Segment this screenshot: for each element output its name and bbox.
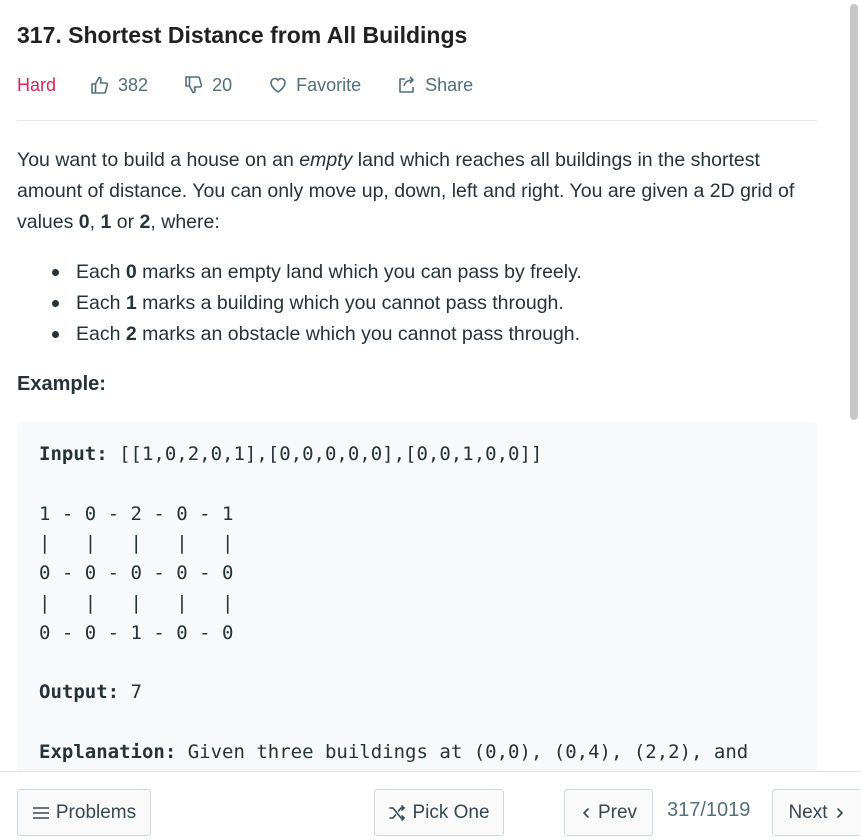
problems-label: Problems (55, 801, 137, 823)
problem-title: 317. Shortest Distance from All Building… (17, 22, 468, 48)
description-text: , (89, 211, 101, 233)
list-item-value: 2 (125, 323, 137, 345)
bullet-dot (52, 269, 59, 276)
dislike-count: 20 (212, 74, 233, 95)
pick-one-label: Pick One (412, 801, 490, 823)
like-button[interactable]: 382 (90, 75, 148, 96)
list-icon (32, 806, 49, 819)
value-zero: 0 (78, 211, 90, 233)
description-text: or (111, 211, 140, 233)
list-item-value: 1 (125, 292, 137, 314)
example-code-block: Input: [[1,0,2,0,1],[0,0,0,0,0],[0,0,1,0… (17, 422, 817, 782)
description-text: , where: (150, 211, 220, 233)
favorite-button[interactable]: Favorite (268, 75, 361, 96)
difficulty-badge: Hard (17, 74, 57, 95)
like-count: 382 (118, 74, 149, 95)
list-item-text: Each (76, 292, 126, 314)
header-divider (17, 120, 817, 121)
list-item: Each 2 marks an obstacle which you canno… (17, 319, 807, 350)
input-value: [[1,0,2,0,1],[0,0,0,0,0],[0,0,1,0,0]] (107, 443, 543, 465)
share-label: Share (425, 74, 474, 95)
list-item-value: 0 (125, 261, 137, 283)
next-button[interactable]: Next (772, 789, 861, 836)
list-item: Each 0 marks an empty land which you can… (17, 257, 807, 288)
output-value: 7 (119, 681, 142, 704)
problem-description: You want to build a house on an empty la… (17, 145, 807, 238)
value-two: 2 (139, 211, 151, 233)
problems-button[interactable]: Problems (17, 789, 151, 836)
list-item: Each 1 marks a building which you cannot… (17, 288, 807, 319)
list-item-text: Each (76, 323, 126, 345)
share-button[interactable]: Share (397, 75, 473, 96)
heart-icon (270, 77, 286, 93)
bullet-dot (52, 331, 59, 338)
rules-list: Each 0 marks an empty land which you can… (17, 257, 807, 350)
bullet-dot (52, 300, 59, 307)
share-icon (399, 76, 414, 93)
grid-line: | | | | | (39, 591, 234, 614)
grid-line: 0 - 0 - 0 - 0 - 0 (39, 562, 234, 585)
problem-meta: Hard 382 20 Favorite Share (17, 73, 509, 97)
grid-line: | | | | | (39, 532, 234, 555)
example-heading: Example: (17, 373, 106, 395)
explanation-value: Given three buildings at (0,0), (0,4), (… (176, 740, 749, 763)
scrollbar-thumb[interactable] (850, 4, 858, 420)
next-label: Next (788, 801, 828, 823)
grid-line: 0 - 0 - 1 - 0 - 0 (39, 621, 234, 644)
value-one: 1 (100, 211, 112, 233)
dislike-button[interactable]: 20 (184, 75, 232, 96)
grid-line: 1 - 0 - 2 - 0 - 1 (39, 502, 234, 525)
pick-one-button[interactable]: Pick One (374, 789, 504, 836)
shuffle-icon (389, 804, 406, 821)
chevron-left-icon (582, 807, 589, 818)
example-code: Input: [[1,0,2,0,1],[0,0,0,0,0],[0,0,1,0… (39, 440, 748, 768)
description-emphasis: empty (299, 149, 353, 171)
list-item-text: marks a building which you cannot pass t… (136, 292, 564, 314)
list-item-text: marks an empty land which you can pass b… (136, 261, 582, 283)
prev-button[interactable]: Prev (564, 789, 653, 836)
favorite-label: Favorite (296, 74, 362, 95)
description-text: You want to build a house on an (17, 149, 300, 171)
input-label: Input: (39, 443, 108, 465)
output-label: Output: (39, 681, 120, 704)
thumbs-down-icon (185, 76, 203, 94)
bottom-navigation-bar: Problems Pick One Prev 317/1019 Next (0, 771, 861, 840)
scrollbar[interactable] (847, 0, 861, 770)
prev-label: Prev (597, 801, 638, 823)
thumbs-up-icon (91, 76, 109, 94)
chevron-right-icon (836, 807, 843, 818)
problem-counter: 317/1019 (667, 799, 751, 821)
list-item-text: marks an obstacle which you cannot pass … (136, 323, 581, 345)
list-item-text: Each (76, 261, 126, 283)
explanation-label: Explanation: (39, 740, 177, 763)
